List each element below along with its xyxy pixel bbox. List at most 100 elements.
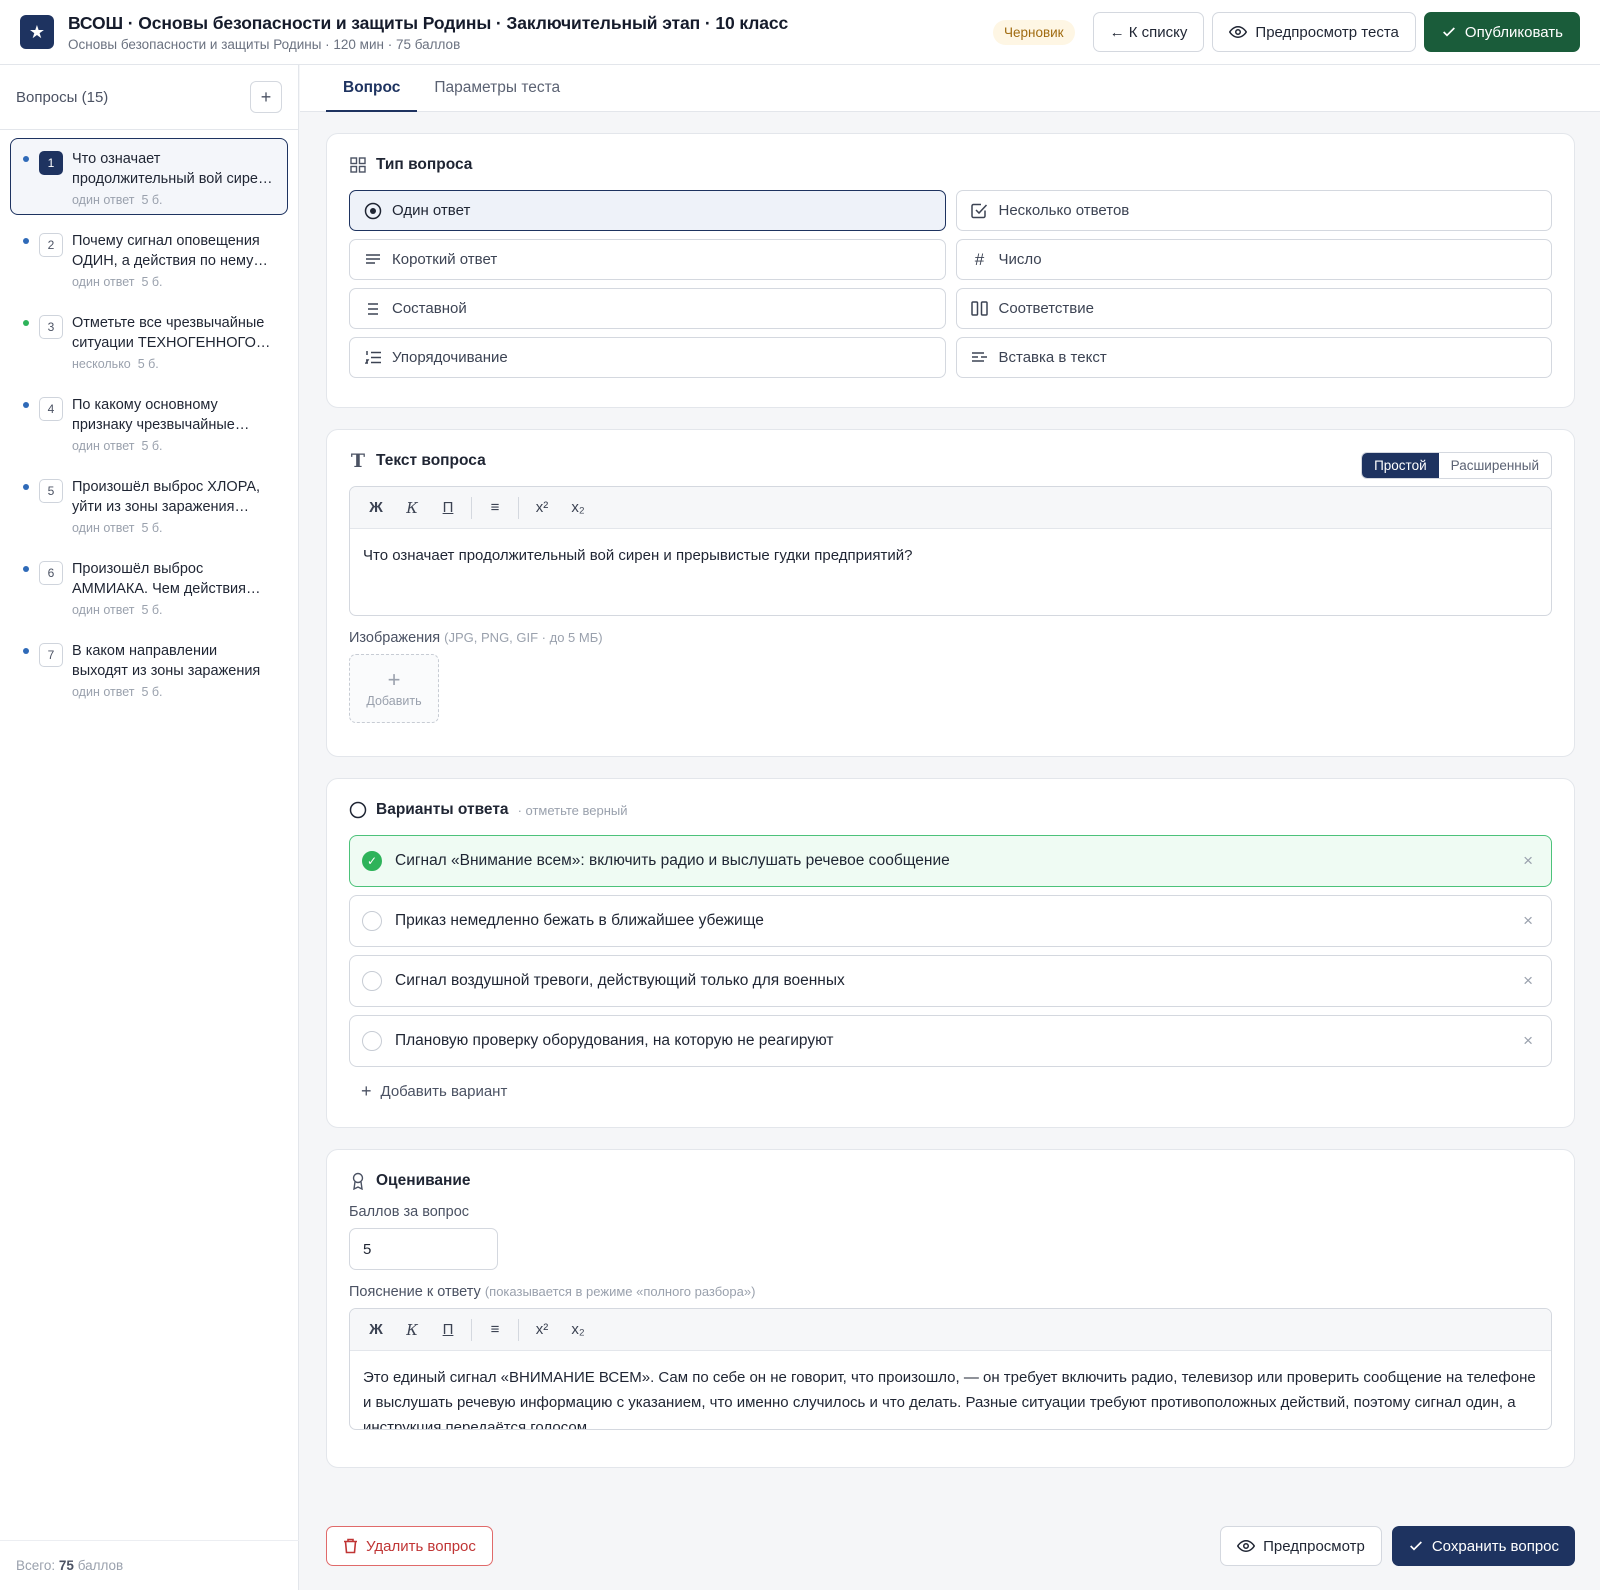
status-dot [23,156,29,162]
type-option[interactable]: # Число [955,239,1552,280]
type-option-label: Короткий ответ [392,251,498,268]
radio-empty-icon[interactable] [362,971,382,991]
close-icon[interactable]: × [1523,911,1533,931]
question-list: 1 Что означает продолжительный вой сирен … [0,130,298,720]
preview-test-button[interactable]: Предпросмотр теста [1212,12,1416,52]
question-title: Произошёл выброс ХЛОРА, уйти из зоны зар… [72,479,261,515]
radio-empty-icon[interactable] [362,1031,382,1051]
save-question-button[interactable]: Сохранить вопрос [1391,1526,1575,1566]
back-to-list-button[interactable]: ← К списку [1092,12,1205,52]
question-text-card: T Текст вопроса Простой Расширенный Ж К … [326,429,1575,757]
sidebar-question-item[interactable]: 7 В каком направлении выходят из зоны зар… [10,630,288,707]
publish-button[interactable]: Опубликовать [1423,12,1580,52]
ordered-list-icon [364,349,382,367]
sidebar-question-item[interactable]: 5 Произошёл выброс ХЛОРА, уйти из зоны за… [10,466,288,543]
tab-test-settings[interactable]: Параметры теста [417,65,577,111]
plus-icon: + [387,666,401,692]
check-icon [1409,1541,1422,1551]
superscript-button[interactable]: x² [524,493,560,523]
preview-button[interactable]: Предпросмотр [1220,1526,1382,1566]
status-dot [23,566,29,572]
editor-toolbar: Ж К П ≡ x² x₂ [350,1309,1551,1351]
type-option[interactable]: Упорядочивание [349,337,946,378]
answers-hint: · отметьте верный [517,802,628,818]
question-type: один ответ [72,439,135,453]
sidebar-question-item[interactable]: 1 Что означает продолжительный вой сирен … [10,138,288,215]
type-option-label: Составной [392,300,467,317]
question-type: один ответ [72,603,135,617]
close-icon[interactable]: × [1523,971,1533,991]
delete-question-button[interactable]: Удалить вопрос [326,1526,493,1566]
question-meta: один ответ 5 б. [72,600,273,620]
list-button[interactable]: ≡ [477,1315,513,1345]
status-dot [23,648,29,654]
answers-heading: Варианты ответа · отметьте верный [349,801,1552,819]
mode-advanced-button[interactable]: Расширенный [1439,453,1551,478]
superscript-button[interactable]: x² [524,1315,560,1345]
sidebar-question-item[interactable]: 3 Отметьте все чрезвычайные ситуации ТЕХН… [10,302,288,379]
answer-text[interactable]: Сигнал «Внимание всем»: включить радио и… [395,852,1523,870]
correct-check-icon[interactable]: ✓ [362,851,382,871]
bold-button[interactable]: Ж [358,1315,394,1345]
images-hint: (JPG, PNG, GIF · до 5 МБ) [444,630,603,645]
close-icon[interactable]: × [1523,1031,1533,1051]
grading-heading: Оценивание [349,1172,1552,1190]
answer-text[interactable]: Приказ немедленно бежать в ближайшее убе… [395,912,1523,930]
type-option[interactable]: Несколько ответов [955,190,1552,231]
sidebar-question-item[interactable]: 2 Почему сигнал оповещения ОДИН, а действ… [10,220,288,297]
underline-button[interactable]: П [430,493,466,523]
question-type: один ответ [72,521,135,535]
question-type-card: Тип вопроса Один ответ Несколько ответов К… [326,133,1575,408]
radio-empty-icon[interactable] [362,911,382,931]
text-insert-icon [971,349,989,367]
hash-icon: # [974,249,985,269]
points-input[interactable]: 5 [349,1228,498,1270]
delete-question-label: Удалить вопрос [366,1537,476,1555]
type-option[interactable]: Составной [349,288,946,329]
question-number: 4 [39,397,63,421]
grading-title: Оценивание [376,1172,471,1189]
grading-card: Оценивание Баллов за вопрос 5 Пояснение … [326,1149,1575,1468]
type-option[interactable]: Один ответ [349,190,946,231]
subscript-button[interactable]: x₂ [560,493,596,523]
type-option[interactable]: Короткий ответ [349,239,946,280]
answer-text[interactable]: Сигнал воздушной тревоги, действующий то… [395,972,1523,990]
question-text-input[interactable]: Что означает продолжительный вой сирен и… [350,529,1551,615]
preview-label: Предпросмотр [1263,1537,1365,1555]
question-type: несколько [72,357,131,371]
answers-title: Варианты ответа [376,801,509,818]
list-button[interactable]: ≡ [477,493,513,523]
explanation-input[interactable]: Это единый сигнал «ВНИМАНИЕ ВСЕМ». Сам п… [350,1351,1551,1429]
total-points: 75 [58,1558,74,1573]
question-number: 7 [39,643,63,667]
underline-button[interactable]: П [430,1315,466,1345]
bold-button[interactable]: Ж [358,493,394,523]
type-option[interactable]: Соответствие [955,288,1552,329]
points-label: Баллов за вопрос [349,1204,470,1220]
type-option[interactable]: Вставка в текст [955,337,1552,378]
sidebar-question-item[interactable]: 6 Произошёл выброс АММИАКА. Чем действия … [10,548,288,625]
add-question-button[interactable]: + [250,81,282,113]
italic-button[interactable]: К [394,493,430,523]
add-image-button[interactable]: + Добавить [349,654,439,723]
answer-option: Плановую проверку оборудования, на котор… [349,1015,1552,1067]
add-variant-button[interactable]: + Добавить вариант [361,1081,1552,1102]
status-dot [23,484,29,490]
subscript-button[interactable]: x₂ [560,1315,596,1345]
tab-question[interactable]: Вопрос [326,65,418,112]
mode-simple-button[interactable]: Простой [1362,453,1439,478]
text-icon: T [350,450,366,472]
type-option-label: Вставка в текст [998,349,1107,366]
question-type-heading: Тип вопроса [349,156,1552,174]
eye-icon [1237,1539,1256,1553]
answer-text[interactable]: Плановую проверку оборудования, на котор… [395,1032,1523,1050]
sidebar-total: Всего: 75 баллов [0,1540,299,1590]
images-label: Изображения (JPG, PNG, GIF · до 5 МБ) [349,630,1552,646]
type-option-label: Один ответ [392,202,471,219]
sidebar-question-item[interactable]: 4 По какому основному признаку чрезвычайн… [10,384,288,461]
close-icon[interactable]: × [1523,851,1533,871]
eye-icon [1229,25,1248,39]
italic-button[interactable]: К [394,1315,430,1345]
question-text-editor: Ж К П ≡ x² x₂ Что означает продолжительн… [349,486,1552,616]
question-title: По какому основному признаку чрезвычайны… [72,397,235,433]
